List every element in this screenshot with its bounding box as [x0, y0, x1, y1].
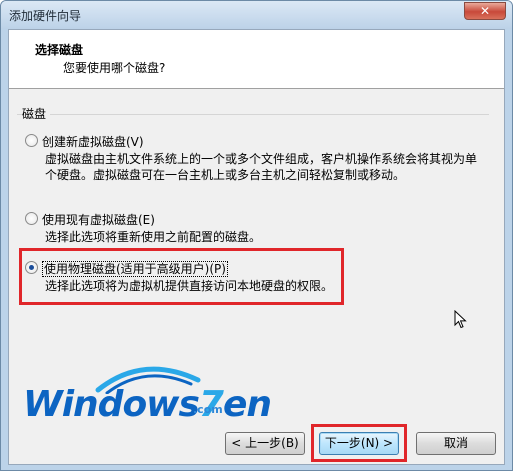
logo-en: en — [222, 384, 272, 425]
highlight-box-next — [311, 424, 407, 462]
page-subtitle: 您要使用哪个磁盘? — [63, 61, 166, 75]
window-title: 添加硬件向导 — [9, 9, 82, 23]
back-button-label: < 上一步(B) — [231, 436, 299, 450]
windows7en-logo: Windows7en .com — [23, 360, 272, 450]
option-label: 创建新虚拟磁盘(V) — [42, 135, 144, 149]
option-description: 选择此选项将重新使用之前配置的磁盘。 — [45, 230, 262, 244]
cancel-button-label: 取消 — [443, 436, 468, 450]
title-bar[interactable]: 添加硬件向导 ✕ — [1, 1, 512, 29]
wizard-client-area: 选择磁盘 您要使用哪个磁盘? 磁盘 创建新虚拟磁盘(V) 虚拟磁盘由主机文件系统… — [8, 29, 505, 465]
logo-main: Windows — [23, 384, 200, 425]
logo-wordmark: Windows7en — [23, 384, 272, 425]
close-icon: ✕ — [479, 4, 491, 18]
highlight-box-physical-disk — [19, 248, 344, 305]
option-label: 使用现有虚拟磁盘(E) — [42, 213, 155, 227]
logo-domain: .com — [193, 403, 223, 416]
mouse-cursor-icon — [454, 310, 467, 329]
option-description: 虚拟磁盘由主机文件系统上的一个或多个文件组成，客户机操作系统会将其视为单 — [45, 152, 478, 166]
back-button[interactable]: < 上一步(B) — [225, 432, 305, 455]
option-description: 个硬盘。虚拟磁盘可在一台主机上或多台主机之间轻松复制或移动。 — [45, 168, 406, 182]
cancel-button[interactable]: 取消 — [416, 432, 496, 455]
radio-button-icon[interactable] — [25, 212, 38, 225]
wizard-header: 选择磁盘 您要使用哪个磁盘? — [9, 30, 504, 89]
radio-button-icon[interactable] — [25, 134, 38, 147]
wizard-window: 添加硬件向导 ✕ 选择磁盘 您要使用哪个磁盘? 磁盘 创建新虚拟磁盘(V) 虚拟… — [0, 0, 513, 471]
radio-create-virtual-disk[interactable]: 创建新虚拟磁盘(V) — [25, 133, 225, 149]
page-title: 选择磁盘 — [35, 43, 84, 57]
group-label: 磁盘 — [22, 105, 51, 122]
radio-use-existing-virtual-disk[interactable]: 使用现有虚拟磁盘(E) — [25, 211, 225, 227]
close-button[interactable]: ✕ — [464, 2, 506, 20]
